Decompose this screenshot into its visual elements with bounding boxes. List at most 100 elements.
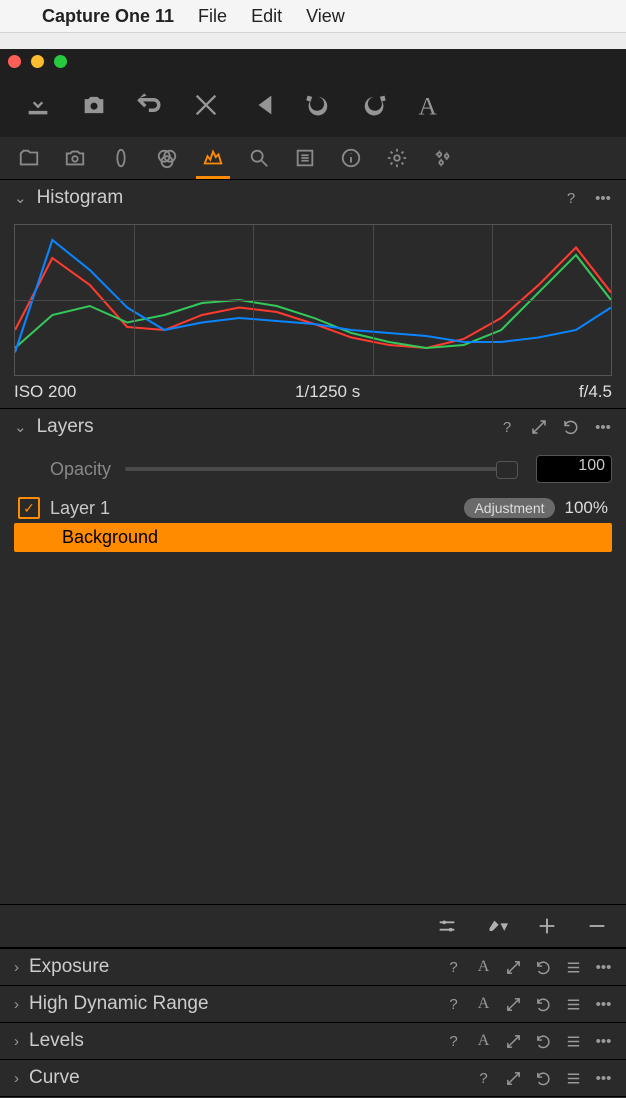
chevron-right-icon: ›: [14, 1033, 19, 1050]
panel-layers-header[interactable]: ⌄ Layers ? •••: [0, 409, 626, 445]
close-x-icon[interactable]: [192, 91, 220, 119]
opacity-slider[interactable]: [125, 467, 518, 471]
tab-library[interactable]: [18, 147, 40, 169]
tool-tabs: [0, 137, 626, 179]
opacity-value[interactable]: 100: [536, 455, 612, 483]
step-back-icon[interactable]: [248, 91, 276, 119]
preset-icon[interactable]: [565, 996, 582, 1013]
help-icon[interactable]: ?: [475, 1070, 492, 1087]
tab-exposure[interactable]: [202, 147, 224, 169]
chevron-right-icon: ›: [14, 996, 19, 1013]
maximize-icon[interactable]: [54, 55, 67, 68]
more-icon[interactable]: •••: [595, 996, 612, 1013]
layer-row[interactable]: ✓ Layer 1 Adjustment 100%: [14, 493, 612, 523]
layer-row[interactable]: Background: [14, 523, 612, 552]
preset-icon[interactable]: [565, 1070, 582, 1087]
tab-details[interactable]: [248, 147, 270, 169]
window-titlebar: [0, 49, 626, 73]
auto-icon[interactable]: A: [475, 959, 492, 976]
chevron-down-icon: ⌄: [14, 418, 27, 436]
panel-histogram: ⌄ Histogram ? ••• ISO 200 1/1250 s f/4.5: [0, 179, 626, 408]
tab-lens[interactable]: [110, 147, 132, 169]
menu-view[interactable]: View: [306, 6, 345, 27]
help-icon[interactable]: ?: [562, 189, 580, 207]
tab-info[interactable]: [340, 147, 362, 169]
add-layer-icon[interactable]: [536, 915, 558, 937]
reset-icon[interactable]: [535, 959, 552, 976]
layer-badge: Adjustment: [464, 498, 554, 518]
panel-layers: ⌄ Layers ? ••• Opacity 100 ✓ Layer 1 Adjus…: [0, 408, 626, 948]
preset-icon[interactable]: [565, 959, 582, 976]
main-toolbar: A: [0, 73, 626, 137]
more-icon[interactable]: •••: [595, 1070, 612, 1087]
chevron-right-icon: ›: [14, 1070, 19, 1087]
reset-icon[interactable]: [535, 1033, 552, 1050]
remove-layer-icon[interactable]: [586, 915, 608, 937]
preset-icon[interactable]: [565, 1033, 582, 1050]
expand-icon[interactable]: [505, 1070, 522, 1087]
svg-text:A: A: [418, 91, 437, 119]
close-icon[interactable]: [8, 55, 21, 68]
help-icon[interactable]: ?: [445, 1033, 462, 1050]
panel-levels[interactable]: › Levels? A •••: [0, 1022, 626, 1059]
reset-icon[interactable]: [535, 996, 552, 1013]
tab-settings[interactable]: [386, 147, 408, 169]
menu-app[interactable]: Capture One 11: [42, 6, 174, 27]
menu-edit[interactable]: Edit: [251, 6, 282, 27]
panel-title: Layers: [37, 416, 94, 438]
menu-file[interactable]: File: [198, 6, 227, 27]
panel-title: High Dynamic Range: [29, 993, 209, 1015]
histogram-shutter: 1/1250 s: [295, 382, 360, 402]
expand-icon[interactable]: [505, 959, 522, 976]
more-icon[interactable]: •••: [594, 418, 612, 436]
layer-name: Background: [46, 527, 608, 548]
camera-icon[interactable]: [80, 91, 108, 119]
tab-metadata[interactable]: [294, 147, 316, 169]
panel-exposure[interactable]: › Exposure? A •••: [0, 948, 626, 985]
minimize-icon[interactable]: [31, 55, 44, 68]
undo-arrow-icon[interactable]: [136, 91, 164, 119]
layer-opacity-row: Opacity 100: [14, 449, 612, 493]
opacity-label: Opacity: [50, 459, 111, 480]
histogram-iso: ISO 200: [14, 382, 76, 402]
panel-curve[interactable]: › Curve? •••: [0, 1059, 626, 1096]
auto-adjust-icon[interactable]: A: [416, 91, 444, 119]
panel-title: Exposure: [29, 956, 109, 978]
tab-color[interactable]: [156, 147, 178, 169]
chevron-down-icon: ⌄: [14, 189, 27, 207]
tab-capture[interactable]: [64, 147, 86, 169]
undo-icon[interactable]: [304, 91, 332, 119]
expand-icon[interactable]: [505, 1033, 522, 1050]
window-gap: [0, 33, 626, 49]
histogram-chart: [14, 224, 612, 376]
layer-name: Layer 1: [50, 498, 454, 519]
auto-icon[interactable]: A: [475, 1033, 492, 1050]
expand-icon[interactable]: [505, 996, 522, 1013]
expand-icon[interactable]: [530, 418, 548, 436]
panel-high-dynamic-range[interactable]: › High Dynamic Range? A •••: [0, 985, 626, 1022]
import-icon[interactable]: [24, 91, 52, 119]
panel-title: Curve: [29, 1067, 80, 1089]
help-icon[interactable]: ?: [445, 996, 462, 1013]
reset-icon[interactable]: [535, 1070, 552, 1087]
adjustments-icon[interactable]: [436, 915, 458, 937]
chevron-right-icon: ›: [14, 959, 19, 976]
panel-histogram-header[interactable]: ⌄ Histogram ? •••: [0, 180, 626, 216]
brush-icon[interactable]: ▾: [486, 915, 508, 937]
auto-icon[interactable]: A: [475, 996, 492, 1013]
reset-icon[interactable]: [562, 418, 580, 436]
panel-title: Levels: [29, 1030, 84, 1052]
layers-toolbar: ▾: [0, 904, 626, 948]
panel-title: Histogram: [37, 187, 124, 209]
more-icon[interactable]: •••: [595, 1033, 612, 1050]
more-icon[interactable]: •••: [595, 959, 612, 976]
help-icon[interactable]: ?: [498, 418, 516, 436]
mac-menubar: Capture One 11 File Edit View: [0, 0, 626, 33]
layer-visible-checkbox[interactable]: ✓: [18, 497, 40, 519]
help-icon[interactable]: ?: [445, 959, 462, 976]
layer-opacity: 100%: [565, 498, 608, 518]
redo-icon[interactable]: [360, 91, 388, 119]
histogram-aperture: f/4.5: [579, 382, 612, 402]
more-icon[interactable]: •••: [594, 189, 612, 207]
tab-batch[interactable]: [432, 147, 454, 169]
